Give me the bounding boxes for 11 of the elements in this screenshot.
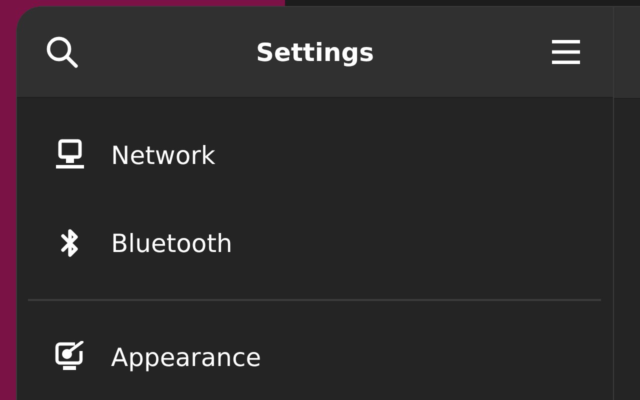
monitor-brush-icon [54, 341, 86, 373]
computer-icon [54, 139, 86, 171]
sidebar-label: Appearance [111, 342, 262, 372]
menu-icon [550, 39, 581, 65]
search-icon [45, 35, 79, 69]
window-title: Settings [256, 38, 374, 66]
sidebar-item[interactable]: Appearance [17, 313, 613, 400]
sidebar-label: Network [111, 140, 216, 170]
sidebar-item[interactable]: Network [17, 111, 613, 199]
sidebar-item[interactable]: Bluetooth [17, 199, 613, 287]
sidebar-label: Bluetooth [111, 228, 232, 258]
